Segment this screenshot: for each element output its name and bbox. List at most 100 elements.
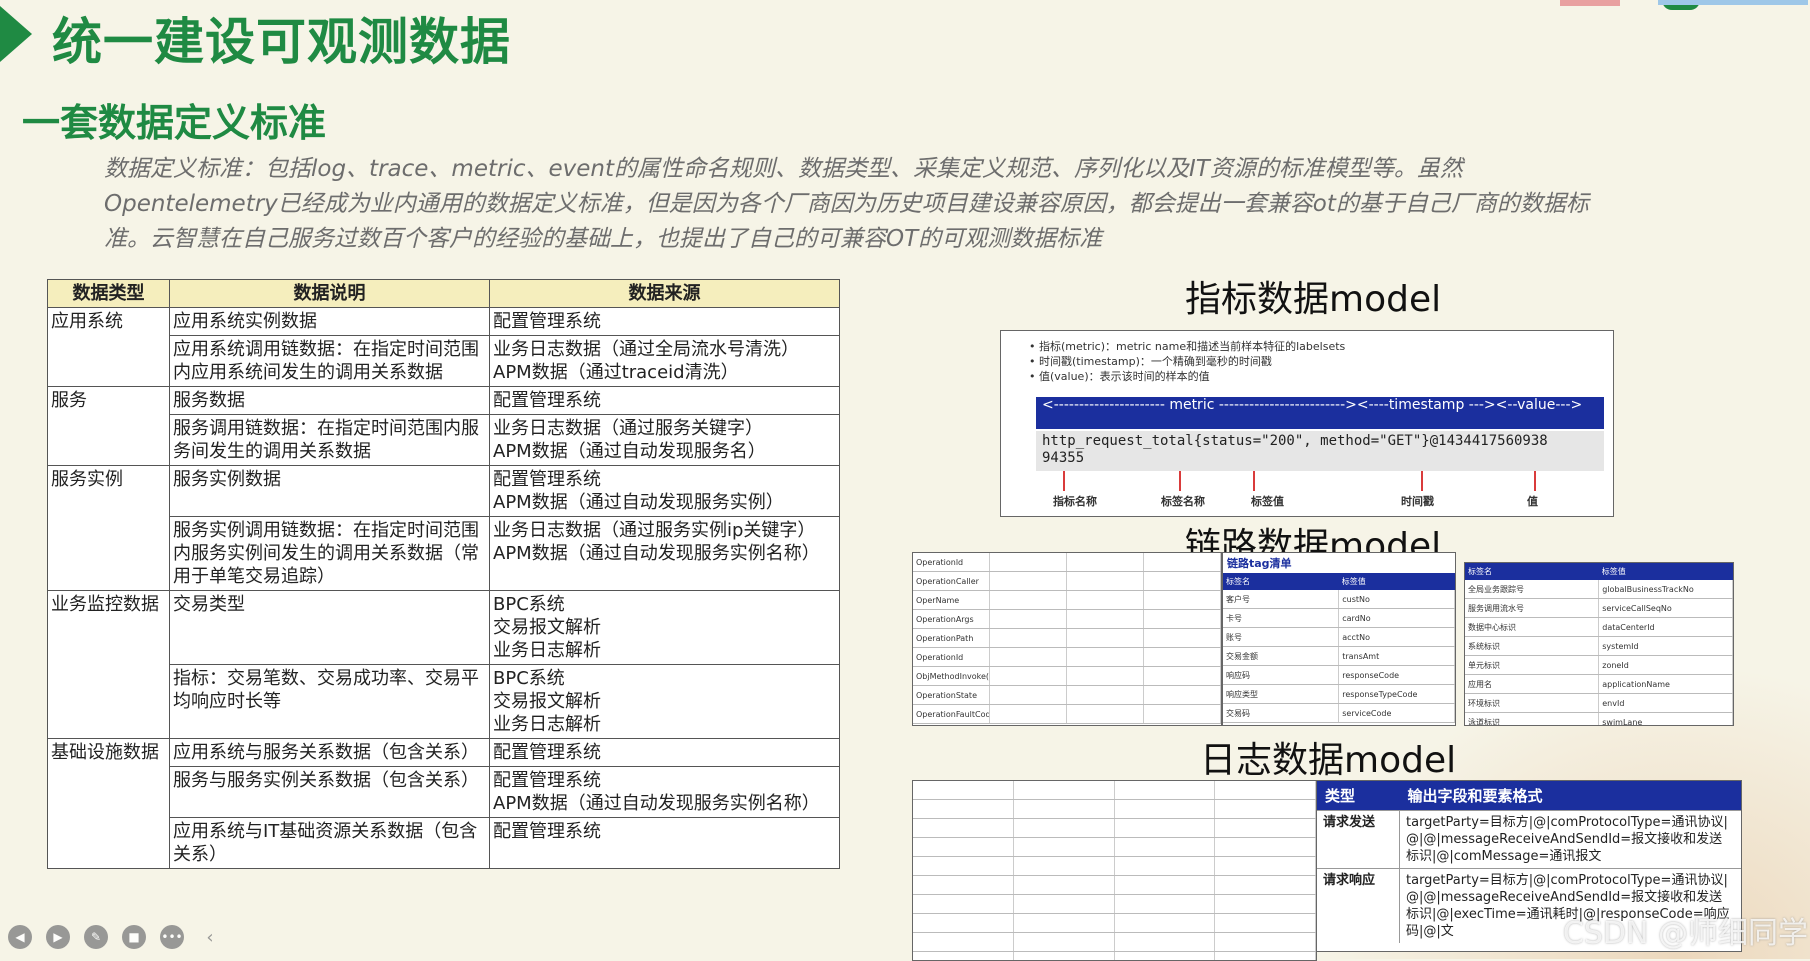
table-row [913,819,1316,838]
trace-global-name: 数据中心标识 [1465,618,1599,637]
description-cell: 服务与服务实例关系数据（包含关系） [170,767,490,818]
table-row: ObjMethodInvoke(Param) [913,667,1221,686]
trace-field-detail [1144,648,1221,667]
camera-icon[interactable]: ■ [122,925,146,949]
more-icon[interactable]: ••• [160,925,184,949]
table-row: 泳道标识swimLane [1465,713,1733,727]
metric-structure-bar: <---------------------- metric ---------… [1036,397,1604,429]
trace-global-value: dataCenterId [1599,618,1733,637]
trace-global-header-value: 标签值 [1599,563,1733,580]
trace-field-detail [1067,572,1144,591]
log-type-cell: 请求响应 [1317,869,1400,944]
previous-icon[interactable]: ◀ [8,925,32,949]
log-format-header-format: 输出字段和要素格式 [1400,781,1742,811]
metric-label-value: 值 [1527,493,1538,509]
trace-tag-value: transAmt [1339,647,1455,666]
source-cell: 配置管理系统 [490,818,840,869]
collapse-icon[interactable]: ‹ [198,925,222,949]
pen-icon[interactable]: ✎ [84,925,108,949]
table-row: 交易码serviceCode [1223,704,1455,723]
trace-field-detail [1067,629,1144,648]
description-cell: 服务实例数据 [170,466,490,517]
log-field-cell [1014,933,1115,952]
trace-field-name: OperationFaultCode [913,705,990,724]
title-chevron-icon [0,6,32,62]
trace-tag-caption: 链路tag清单 [1223,553,1455,573]
table-row: 请求发送targetParty=目标方|@|comProtocolType=通讯… [1317,811,1741,869]
trace-field-detail [990,610,1067,629]
trace-global-name: 全局业务跟踪号 [1465,580,1599,599]
arrow-icon [1253,471,1255,491]
trace-field-detail [1144,553,1221,572]
log-field-cell [1215,857,1316,876]
log-field-cell [1014,876,1115,895]
trace-global-name: 应用名 [1465,675,1599,694]
table-row: 服务实例服务实例数据配置管理系统 APM数据（通过自动发现服务实例） [48,466,840,517]
trace-global-name: 服务调用流水号 [1465,599,1599,618]
table-header-source: 数据来源 [490,280,840,308]
log-field-cell [1114,781,1215,800]
log-field-cell [913,819,1014,838]
trace-field-name: OperationId [913,648,990,667]
trace-tag-name: 卡号 [1223,609,1339,628]
metric-bullets: • 指标(metric)：metric name和描述当前样本特征的labels… [1017,339,1345,384]
table-row [913,838,1316,857]
metric-label-tag-value: 标签值 [1251,493,1284,509]
trace-tag-name: 响应类型 [1223,685,1339,704]
category-cell: 业务监控数据 [48,591,170,739]
trace-field-detail [1144,705,1221,724]
section-subtitle: 一套数据定义标准 [22,92,326,147]
trace-field-detail [990,553,1067,572]
table-row: OperName [913,591,1221,610]
log-format-header-type: 类型 [1317,781,1400,811]
trace-field-detail [1144,667,1221,686]
source-cell: 配置管理系统 [490,387,840,415]
trace-global-value: globalBusinessTrackNo [1599,580,1733,599]
log-field-cell [1114,876,1215,895]
table-row: OperationFaultCode [913,705,1221,724]
table-header-desc: 数据说明 [170,280,490,308]
trace-tag-header-name: 标签名 [1223,573,1339,590]
log-field-cell [1014,800,1115,819]
log-field-cell [1114,838,1215,857]
log-field-cell [1215,933,1316,952]
log-field-cell [913,933,1014,952]
trace-tag-name: 交易码 [1223,704,1339,723]
trace-field-name: OperationArgs [913,610,990,629]
trace-global-header-name: 标签名 [1465,563,1599,580]
table-row: OperationArgs [913,610,1221,629]
slide-title: 统一建设可观测数据 [52,2,511,74]
metric-model-panel: • 指标(metric)：metric name和描述当前样本特征的labels… [1000,330,1614,517]
metric-sample: http_request_total{status="200", method=… [1036,431,1604,471]
trace-tag-value: acctNo [1339,628,1455,647]
trace-global-name: 系统标识 [1465,637,1599,656]
next-icon[interactable]: ▶ [46,925,70,949]
table-row [913,800,1316,819]
trace-field-name: OperationState [913,686,990,705]
log-field-cell [1215,838,1316,857]
metric-bullet: • 指标(metric)：metric name和描述当前样本特征的labels… [1017,339,1345,354]
table-row [913,857,1316,876]
table-row: 单元标识zoneId [1465,656,1733,675]
arrow-icon [1179,471,1181,491]
log-field-cell [1114,914,1215,933]
log-field-cell [913,895,1014,914]
log-field-cell [1014,781,1115,800]
table-row: 应用名applicationName [1465,675,1733,694]
log-field-cell [1114,800,1215,819]
table-row: 响应码responseCode [1223,666,1455,685]
log-field-cell [1215,876,1316,895]
table-row: 基础设施数据应用系统与服务关系数据（包含关系）配置管理系统 [48,739,840,767]
trace-field-detail [1144,686,1221,705]
category-cell: 基础设施数据 [48,739,170,869]
top-decoration [1560,0,1620,6]
source-cell: 业务日志数据（通过服务实例ip关键字） APM数据（通过自动发现服务实例名称） [490,517,840,591]
source-cell: 配置管理系统 [490,739,840,767]
trace-field-detail [990,591,1067,610]
metric-model-title: 指标数据model [1185,270,1441,322]
trace-global-value: serviceCallSeqNo [1599,599,1733,618]
category-cell: 服务实例 [48,466,170,591]
trace-field-detail [1067,648,1144,667]
trace-field-name: Operationld [913,553,990,572]
log-field-cell [1215,952,1316,961]
